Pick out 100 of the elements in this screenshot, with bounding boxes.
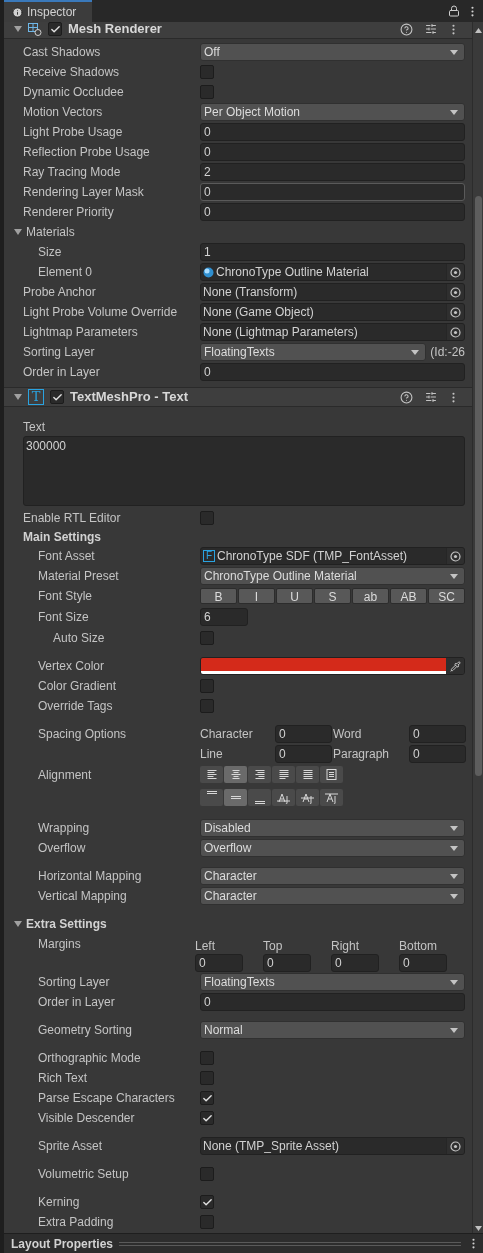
object-picker-button[interactable] xyxy=(446,284,464,300)
input-field[interactable]: 2 xyxy=(200,163,465,181)
help-icon[interactable] xyxy=(400,390,413,404)
dropdown[interactable]: Overflow xyxy=(200,839,465,857)
dropdown[interactable]: ChronoType Outline Material xyxy=(200,567,465,585)
foldout-label[interactable]: Extra Settings xyxy=(26,915,107,933)
input-field[interactable]: 0 xyxy=(409,725,466,743)
input-field[interactable]: 0 xyxy=(263,954,311,972)
object-picker-button[interactable] xyxy=(446,304,464,320)
dropdown[interactable]: Disabled xyxy=(200,819,465,837)
alignment-button[interactable] xyxy=(224,789,247,806)
object-field[interactable]: None (Lightmap Parameters) xyxy=(200,323,465,341)
input-field[interactable]: 1 xyxy=(200,243,465,261)
checkbox[interactable] xyxy=(200,85,214,99)
alignment-button[interactable] xyxy=(296,789,319,806)
dropdown[interactable]: Normal xyxy=(200,1021,465,1039)
presets-icon[interactable] xyxy=(425,23,437,35)
checkbox[interactable] xyxy=(200,631,214,645)
scrollbar-thumb[interactable] xyxy=(474,196,482,776)
checkbox[interactable] xyxy=(200,1215,214,1229)
checkbox[interactable] xyxy=(200,1111,214,1125)
expanded-arrow-icon[interactable] xyxy=(14,393,22,401)
alignment-button[interactable] xyxy=(200,789,223,806)
input-field[interactable]: 0 xyxy=(200,203,465,221)
object-field[interactable]: None (Game Object) xyxy=(200,303,465,321)
checkbox[interactable] xyxy=(50,390,64,404)
component-header[interactable]: T TextMeshPro - Text xyxy=(4,387,472,407)
alignment-button[interactable] xyxy=(200,766,223,783)
checkbox[interactable] xyxy=(200,1051,214,1065)
input-field[interactable]: 0 xyxy=(275,725,332,743)
object-picker-button[interactable] xyxy=(446,264,464,280)
expanded-arrow-icon[interactable] xyxy=(14,25,22,33)
expanded-arrow-icon[interactable] xyxy=(14,920,22,928)
dropdown[interactable]: Off xyxy=(200,43,465,61)
object-field[interactable]: F ChronoType SDF (TMP_FontAsset) xyxy=(200,547,465,565)
component-header[interactable]: Mesh Renderer xyxy=(4,22,472,39)
object-picker-button[interactable] xyxy=(446,324,464,340)
input-field[interactable]: 0 xyxy=(331,954,379,972)
input-field[interactable]: 0 xyxy=(275,745,332,763)
scroll-down-icon[interactable] xyxy=(474,1226,482,1231)
object-field[interactable]: None (Transform) xyxy=(200,283,465,301)
object-field[interactable]: None (TMP_Sprite Asset) xyxy=(200,1137,465,1155)
color-field[interactable] xyxy=(200,657,465,675)
field-label: Receive Shadows xyxy=(23,64,120,81)
dropdown[interactable]: FloatingTexts xyxy=(200,343,427,361)
font-style-toggle[interactable]: U xyxy=(276,588,313,604)
input-field[interactable]: 0 xyxy=(200,143,465,161)
alignment-button[interactable] xyxy=(272,766,295,783)
expanded-arrow-icon[interactable] xyxy=(14,228,22,236)
target-icon xyxy=(450,306,461,318)
scroll-up-icon[interactable] xyxy=(474,28,482,33)
scrollbar[interactable] xyxy=(472,22,483,1233)
font-style-toggle[interactable]: ab xyxy=(352,588,389,604)
dropdown[interactable]: Per Object Motion xyxy=(200,103,465,121)
spacing-label: Word xyxy=(333,726,362,743)
checkbox[interactable] xyxy=(200,1195,214,1209)
input-field[interactable]: 6 xyxy=(200,608,248,626)
checkbox[interactable] xyxy=(48,22,62,36)
font-style-toggle[interactable]: SC xyxy=(428,588,465,604)
checkbox[interactable] xyxy=(200,65,214,79)
input-field[interactable]: 0 xyxy=(200,123,465,141)
foldout-label[interactable]: Materials xyxy=(26,223,75,241)
checkbox[interactable] xyxy=(200,1071,214,1085)
input-field[interactable]: 0 xyxy=(200,993,465,1011)
align-midline-icon xyxy=(301,791,314,804)
lock-icon[interactable] xyxy=(448,5,460,17)
checkbox[interactable] xyxy=(200,679,214,693)
font-style-toggle[interactable]: AB xyxy=(390,588,427,604)
alignment-button[interactable] xyxy=(248,789,271,806)
field-label: Probe Anchor xyxy=(23,284,96,301)
checkbox[interactable] xyxy=(200,699,214,713)
dropdown[interactable]: FloatingTexts xyxy=(200,973,465,991)
input-field[interactable]: 0 xyxy=(399,954,447,972)
checkbox[interactable] xyxy=(200,1091,214,1105)
alignment-button[interactable] xyxy=(224,766,247,783)
alignment-button[interactable] xyxy=(320,766,343,783)
font-style-toggle[interactable]: S xyxy=(314,588,351,604)
alignment-button[interactable] xyxy=(248,766,271,783)
input-field[interactable]: 0 xyxy=(409,745,466,763)
alignment-button[interactable] xyxy=(296,766,319,783)
text-area[interactable]: 300000 xyxy=(23,436,465,506)
presets-icon[interactable] xyxy=(425,391,437,403)
checkbox[interactable] xyxy=(200,511,214,525)
alignment-button[interactable] xyxy=(320,789,343,806)
dropdown[interactable]: Character xyxy=(200,887,465,905)
alignment-button[interactable] xyxy=(272,789,295,806)
inspector-tab[interactable]: Inspector xyxy=(4,0,92,22)
font-style-toggle[interactable]: B xyxy=(200,588,237,604)
font-style-toggle[interactable]: I xyxy=(238,588,275,604)
input-field[interactable]: 0 xyxy=(200,363,465,381)
object-field[interactable]: ChronoType Outline Material xyxy=(200,263,465,281)
checkbox[interactable] xyxy=(200,1167,214,1181)
input-field[interactable]: 0 xyxy=(200,183,465,201)
object-picker-button[interactable] xyxy=(446,548,464,564)
help-icon[interactable] xyxy=(400,22,413,36)
margin-label: Top xyxy=(263,938,284,954)
eyedropper-button[interactable] xyxy=(446,658,464,674)
object-picker-button[interactable] xyxy=(446,1138,464,1154)
input-field[interactable]: 0 xyxy=(195,954,243,972)
dropdown[interactable]: Character xyxy=(200,867,465,885)
